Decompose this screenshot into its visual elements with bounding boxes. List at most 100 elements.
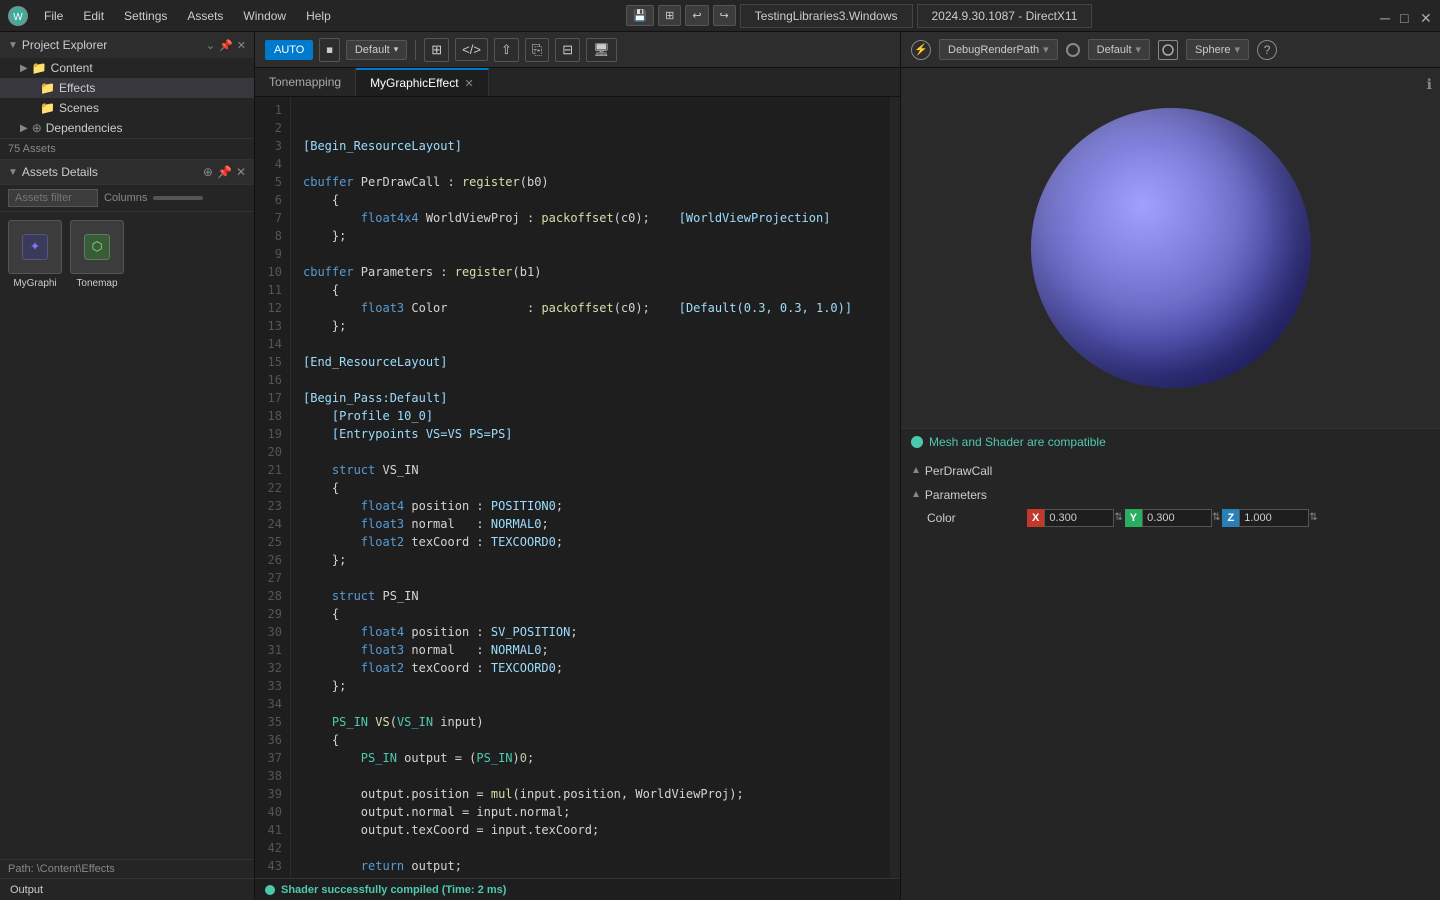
color-z-input[interactable]	[1239, 509, 1309, 527]
chevron-right-icon: ▶	[20, 63, 28, 74]
line-number: 31	[255, 641, 282, 659]
maximize-btn[interactable]: □	[1400, 10, 1412, 22]
mesh-mode-dropdown[interactable]: Sphere ▾	[1186, 39, 1249, 60]
chevron-down-assets-icon: ▼	[8, 167, 18, 178]
code-line	[303, 245, 878, 263]
asset-item-tonemap[interactable]: ⬡ Tonemap	[70, 220, 124, 289]
menu-settings[interactable]: Settings	[116, 7, 175, 25]
color-y-wrap: Y ⇅	[1125, 509, 1221, 527]
menu-window[interactable]: Window	[235, 7, 294, 25]
dependency-icon: ⊕	[32, 121, 42, 135]
save-btn[interactable]: 💾	[626, 5, 654, 26]
info-icon[interactable]: ℹ	[1427, 76, 1432, 93]
screen-btn[interactable]: 🖥	[586, 38, 617, 62]
grid-btn[interactable]: ⊞	[424, 38, 449, 62]
z-spinner-icon[interactable]: ⇅	[1309, 512, 1317, 523]
default-dropdown[interactable]: Default ▾	[346, 40, 407, 60]
tree-item-dependencies[interactable]: ▶ ⊕ Dependencies	[0, 118, 254, 138]
auto-btn[interactable]: AUTO	[265, 40, 313, 60]
tree-item-content[interactable]: ▶ 📁 Content	[0, 58, 254, 78]
engine-logo-icon: W	[8, 6, 28, 26]
tab-tonemapping-label: Tonemapping	[269, 75, 341, 89]
compile-status: Shader successfully compiled (Time: 2 ms…	[265, 884, 506, 896]
redo-btn[interactable]: ↪	[713, 5, 736, 26]
line-number: 22	[255, 479, 282, 497]
build-tab[interactable]: 2024.9.30.1087 - DirectX11	[917, 4, 1093, 28]
add-icon[interactable]: ⊕	[203, 165, 213, 179]
editor-area: AUTO ⏹ Default ▾ ⊞ </> ⇧ ⎘ ⊟ 🖥 Tonemappi…	[255, 32, 900, 900]
per-draw-call-group: ▲ PerDrawCall	[911, 461, 1430, 481]
layout-btn[interactable]: ⊞	[658, 5, 681, 26]
line-number: 10	[255, 263, 282, 281]
line-number: 9	[255, 245, 282, 263]
tree-label-scenes: Scenes	[59, 101, 99, 115]
code-line: };	[303, 317, 878, 335]
code-line	[303, 839, 878, 857]
copy-btn[interactable]: ⎘	[525, 38, 549, 62]
line-number: 29	[255, 605, 282, 623]
menu-edit[interactable]: Edit	[75, 7, 112, 25]
undo-btn[interactable]: ↩	[685, 5, 708, 26]
code-line	[303, 767, 878, 785]
assets-details-actions: ⊕ 📌 ✕	[203, 165, 246, 179]
menu-assets[interactable]: Assets	[179, 7, 231, 25]
chevron-down-render-icon: ▾	[1136, 43, 1142, 56]
line-number: 20	[255, 443, 282, 461]
tab-close-icon[interactable]: ✕	[465, 77, 474, 90]
tree-label-deps: Dependencies	[46, 121, 123, 135]
minus-btn[interactable]: ⊟	[555, 38, 580, 62]
line-number: 38	[255, 767, 282, 785]
tree-item-effects[interactable]: 📁 Effects	[0, 78, 254, 98]
asset-item-mygraphi[interactable]: ✦ MyGraphi	[8, 220, 62, 289]
code-btn[interactable]: </>	[455, 38, 488, 61]
color-y-input[interactable]	[1142, 509, 1212, 527]
code-line: {	[303, 281, 878, 299]
code-content[interactable]: [Begin_ResourceLayout]cbuffer PerDrawCal…	[291, 97, 890, 878]
tree-item-scenes[interactable]: 📁 Scenes	[0, 98, 254, 118]
circle-icon[interactable]	[1066, 43, 1080, 57]
tree-label-effects: Effects	[59, 81, 95, 95]
per-draw-call-header[interactable]: ▲ PerDrawCall	[911, 461, 1430, 481]
line-number: 30	[255, 623, 282, 641]
tab-tonemapping[interactable]: Tonemapping	[255, 68, 356, 96]
render-mode-dropdown[interactable]: Default ▾	[1088, 39, 1150, 60]
mesh-icon[interactable]	[1158, 40, 1178, 60]
code-line	[303, 335, 878, 353]
upload-btn[interactable]: ⇧	[494, 38, 519, 62]
default-dropdown-label: Default	[355, 44, 390, 56]
help-icon[interactable]: ?	[1257, 40, 1277, 60]
code-line: float4 position : POSITION0;	[303, 497, 878, 515]
debug-path-icon[interactable]: ⚡	[911, 40, 931, 60]
line-numbers: 1234567891011121314151617181920212223242…	[255, 97, 291, 878]
assets-filter-row: Columns	[0, 185, 254, 212]
pin-assets-icon[interactable]: 📌	[217, 165, 232, 179]
code-line	[303, 695, 878, 713]
vertical-scrollbar[interactable]	[890, 97, 900, 878]
close-panel-icon[interactable]: ✕	[237, 39, 246, 52]
tree-label-content: Content	[51, 61, 93, 75]
menu-help[interactable]: Help	[298, 7, 339, 25]
minimize-btn[interactable]: ─	[1380, 10, 1392, 22]
color-x-input[interactable]	[1044, 509, 1114, 527]
close-btn[interactable]: ✕	[1420, 10, 1432, 22]
stop-btn[interactable]: ⏹	[319, 38, 340, 62]
editor-toolbar: AUTO ⏹ Default ▾ ⊞ </> ⇧ ⎘ ⊟ 🖥	[255, 32, 900, 68]
project-tab[interactable]: TestingLibraries3.Windows	[740, 4, 913, 28]
parameters-header[interactable]: ▲ Parameters	[911, 485, 1430, 505]
assets-filter-input[interactable]	[8, 189, 98, 207]
tab-mygraphiceffect[interactable]: MyGraphicEffect ✕	[356, 68, 489, 96]
code-line: output.texCoord = input.texCoord;	[303, 821, 878, 839]
close-assets-icon[interactable]: ✕	[236, 165, 246, 179]
window-controls: ─ □ ✕	[1380, 10, 1432, 22]
chevron-icon[interactable]: ⌄	[206, 39, 215, 52]
x-spinner-icon[interactable]: ⇅	[1114, 512, 1122, 523]
collapse-perdrawcall-icon: ▲	[911, 465, 921, 476]
tab-mygraphiceffect-label: MyGraphicEffect	[370, 76, 458, 90]
line-number: 1	[255, 101, 282, 119]
menu-file[interactable]: File	[36, 7, 71, 25]
debug-render-path-dropdown[interactable]: DebugRenderPath ▾	[939, 39, 1058, 60]
pin-icon[interactable]: 📌	[219, 39, 233, 52]
columns-slider[interactable]	[153, 196, 203, 200]
y-spinner-icon[interactable]: ⇅	[1212, 512, 1220, 523]
code-line: PS_IN VS(VS_IN input)	[303, 713, 878, 731]
